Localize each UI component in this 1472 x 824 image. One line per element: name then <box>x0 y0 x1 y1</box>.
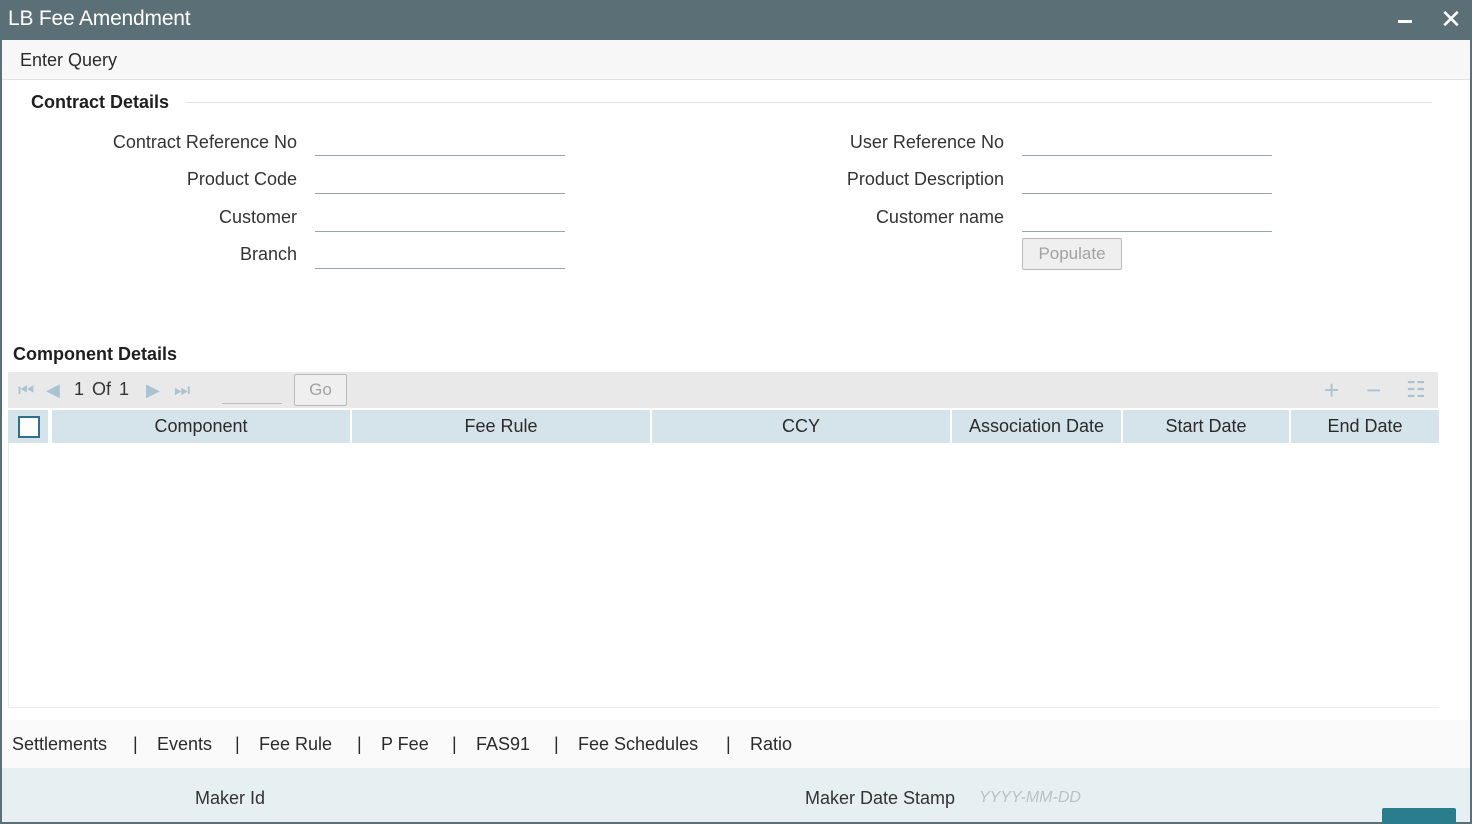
product-code-label: Product Code <box>186 169 297 189</box>
add-row-icon[interactable]: + <box>1324 377 1339 403</box>
menu-bar: Enter Query <box>2 40 1470 80</box>
page-current: 1 <box>74 379 85 399</box>
link-separator: | <box>357 734 362 754</box>
close-icon[interactable]: ✕ <box>1436 4 1466 34</box>
customer-label: Customer <box>218 207 297 227</box>
page-total: 1 <box>119 379 130 399</box>
minimize-icon[interactable] <box>1390 4 1420 34</box>
column-header-ccy[interactable]: CCY <box>652 410 952 443</box>
customer-input[interactable] <box>315 206 565 232</box>
branch-input[interactable] <box>315 243 565 269</box>
enter-query-button[interactable]: Enter Query <box>20 50 117 71</box>
audit-bar: Maker Id Maker Date Stamp YYYY-MM-DD <box>2 768 1470 824</box>
single-view-icon[interactable]: ☷ <box>1406 377 1426 403</box>
link-separator: | <box>235 734 240 754</box>
title-bar: LB Fee Amendment ✕ <box>0 0 1472 40</box>
page-of-label: Of <box>92 379 112 399</box>
link-separator: | <box>726 734 731 754</box>
first-page-icon[interactable]: ⏮ <box>18 380 34 400</box>
column-header-start-date[interactable]: Start Date <box>1123 410 1291 443</box>
product-description-label: Product Description <box>846 169 1004 189</box>
fas91-link[interactable]: FAS91 <box>476 734 530 755</box>
fee-rule-link[interactable]: Fee Rule <box>259 734 332 755</box>
grid-toolbar: ⏮ ◀ 1 Of 1 ▶ ⏭ Go + − ☷ <box>8 372 1438 408</box>
column-header-fee-rule[interactable]: Fee Rule <box>352 410 652 443</box>
next-page-icon[interactable]: ▶ <box>146 380 160 400</box>
maker-id-label: Maker Id <box>195 788 266 808</box>
settlements-link[interactable]: Settlements <box>12 734 107 755</box>
user-reference-no-input[interactable] <box>1022 130 1272 156</box>
component-details-title: Component Details <box>13 344 178 364</box>
user-reference-no-label: User Reference No <box>849 132 1004 152</box>
column-header-component[interactable]: Component <box>52 410 352 443</box>
column-header-association-date[interactable]: Association Date <box>952 410 1123 443</box>
last-page-icon[interactable]: ⏭ <box>174 380 190 400</box>
events-link[interactable]: Events <box>157 734 212 755</box>
product-description-input[interactable] <box>1022 168 1272 194</box>
delete-row-icon[interactable]: − <box>1366 377 1381 403</box>
customer-name-label: Customer name <box>875 207 1004 227</box>
window-title: LB Fee Amendment <box>8 7 191 30</box>
ratio-link[interactable]: Ratio <box>750 734 792 755</box>
link-separator: | <box>452 734 457 754</box>
maker-date-stamp-value: YYYY-MM-DD <box>979 789 1081 806</box>
p-fee-link[interactable]: P Fee <box>381 734 429 755</box>
grid-body <box>8 443 1439 708</box>
populate-button[interactable]: Populate <box>1022 238 1122 270</box>
select-all-checkbox[interactable] <box>18 416 40 438</box>
branch-label: Branch <box>239 244 297 264</box>
link-separator: | <box>133 734 138 754</box>
column-header-end-date[interactable]: End Date <box>1291 410 1439 443</box>
link-separator: | <box>554 734 559 754</box>
prev-page-icon[interactable]: ◀ <box>46 380 60 400</box>
fee-schedules-link[interactable]: Fee Schedules <box>578 734 698 755</box>
maker-date-stamp-label: Maker Date Stamp <box>805 788 956 808</box>
product-code-input[interactable] <box>315 168 565 194</box>
customer-name-input[interactable] <box>1022 206 1272 232</box>
go-button[interactable]: Go <box>294 374 347 406</box>
contract-details-title: Contract Details <box>31 92 170 112</box>
section-divider <box>186 102 1432 103</box>
contract-reference-no-label: Contract Reference No <box>112 132 297 152</box>
exit-button[interactable] <box>1382 808 1456 824</box>
select-all-cell <box>8 410 50 443</box>
bottom-links-bar: Settlements | Events | Fee Rule | P Fee … <box>2 720 1470 768</box>
page-number-input[interactable] <box>222 378 282 404</box>
grid-header: Component Fee Rule CCY Association Date … <box>8 410 1439 443</box>
contract-reference-no-input[interactable] <box>315 130 565 156</box>
